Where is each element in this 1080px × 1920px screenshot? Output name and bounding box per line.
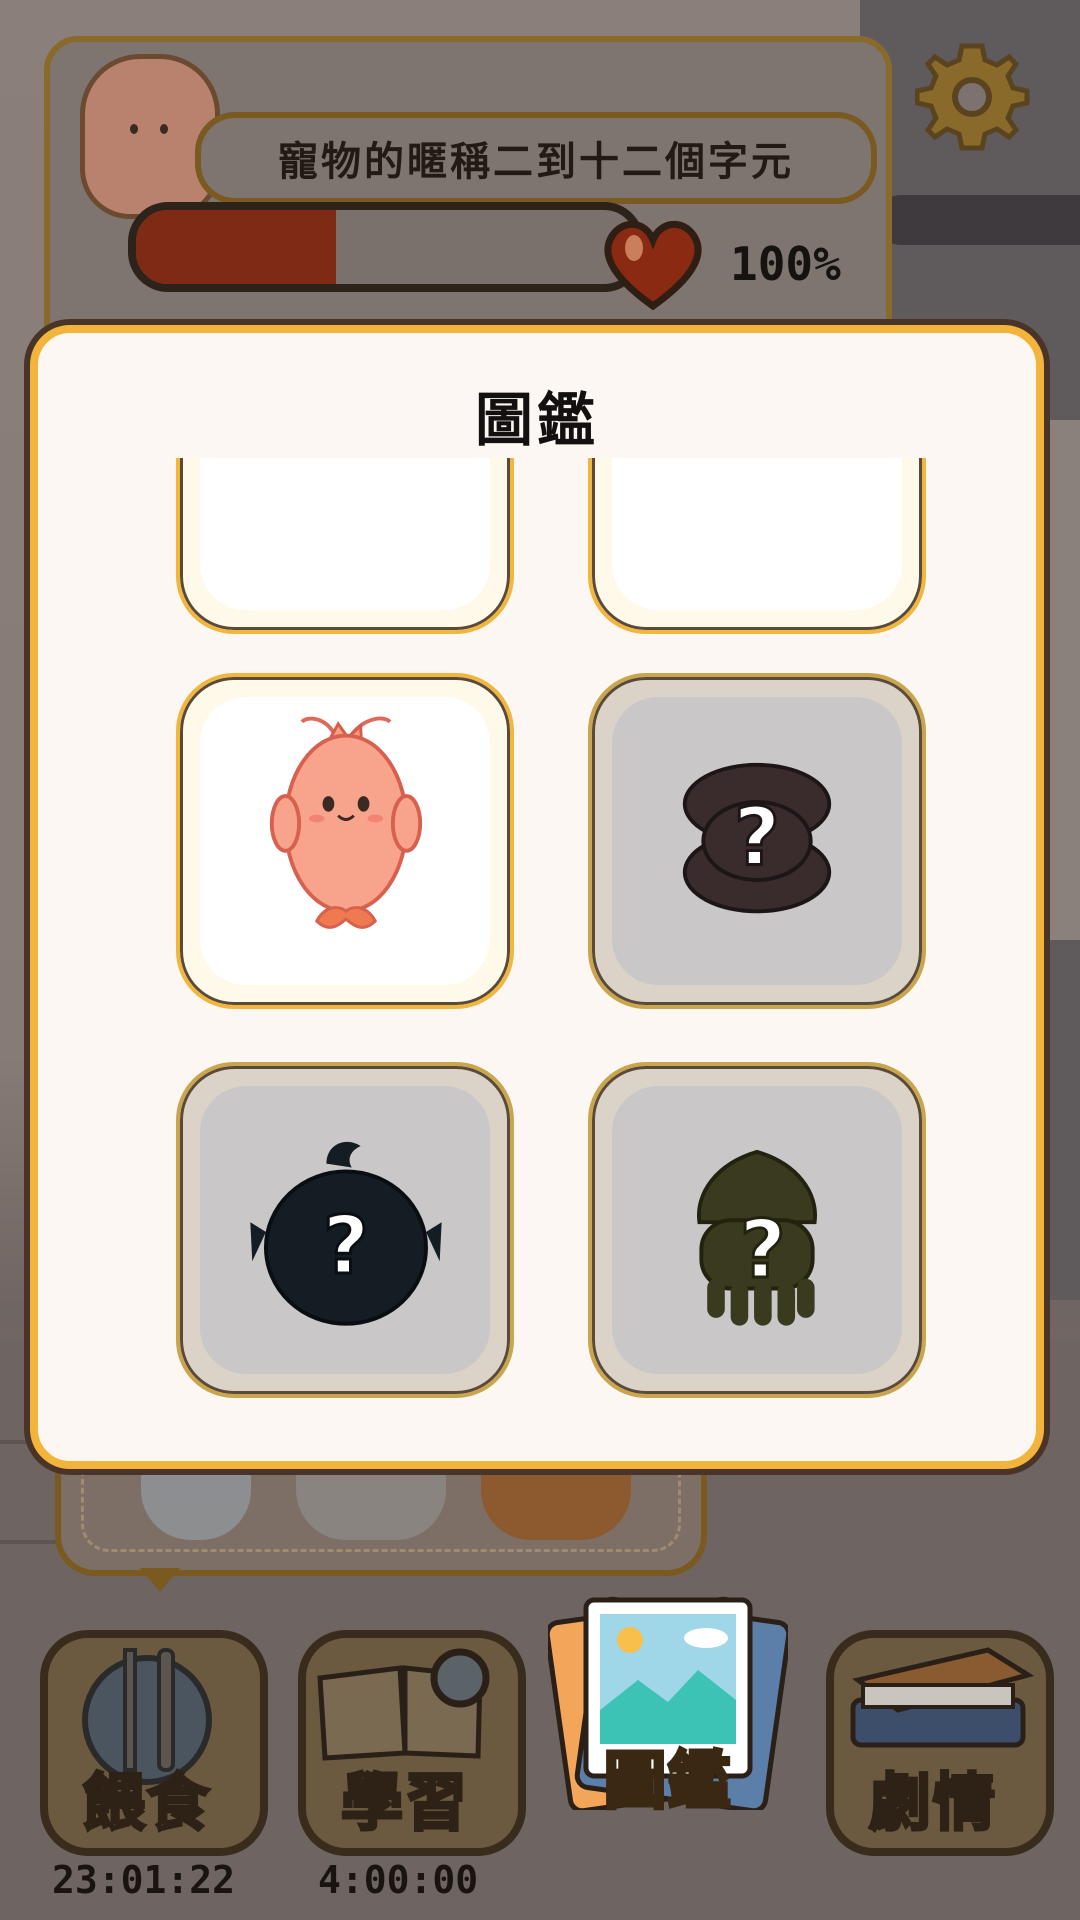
study-timer: 4:00:00 xyxy=(318,1858,479,1902)
collection-modal: 圖鑑 ? ? ? xyxy=(30,325,1044,1469)
card-frame xyxy=(612,458,902,610)
card-frame xyxy=(200,458,490,610)
pet-name: 寵物的暱稱二到十二個字元 xyxy=(278,139,794,185)
shelf-decoration xyxy=(880,195,1080,245)
nav-story-button[interactable]: 劇情 xyxy=(818,1620,1054,1856)
nav-study-label: 學習 xyxy=(339,1765,469,1841)
locked-squid-silhouette-icon: ? xyxy=(697,1149,817,1326)
shrimp-pet-icon xyxy=(269,716,423,929)
nav-story-label: 劇情 xyxy=(867,1765,997,1841)
health-bar xyxy=(128,202,644,292)
heart-icon xyxy=(604,221,702,311)
collection-card-locked-clam[interactable]: ? xyxy=(588,673,926,1009)
book-magnifier-icon xyxy=(317,1648,490,1761)
health-bar-fill xyxy=(136,210,336,284)
books-icon xyxy=(850,1647,1035,1748)
feed-timer: 23:01:22 xyxy=(52,1858,236,1902)
collection-card-shrimp[interactable] xyxy=(176,673,514,1009)
pet-eye xyxy=(160,124,168,134)
gear-icon xyxy=(915,43,1030,151)
tray-pointer xyxy=(140,1568,180,1592)
nav-study-button[interactable]: 學習 xyxy=(290,1620,526,1856)
pet-eye xyxy=(130,124,138,134)
nav-collection-button[interactable]: 圖鑑 xyxy=(548,1590,788,1850)
nav-feed-button[interactable]: 餵食 xyxy=(32,1620,268,1856)
pet-name-field[interactable]: 寵物的暱稱二到十二個字元 xyxy=(195,112,877,204)
nav-feed-label: 餵食 xyxy=(81,1765,211,1841)
collection-card-locked-pufferfish[interactable]: ? xyxy=(176,1062,514,1398)
nav-collection-label: 圖鑑 xyxy=(602,1742,732,1819)
question-mark-icon: ? xyxy=(734,790,780,883)
collection-card[interactable] xyxy=(588,458,926,634)
collection-card[interactable] xyxy=(176,458,514,634)
collection-card-locked-squid[interactable]: ? xyxy=(588,1062,926,1398)
question-mark-icon: ? xyxy=(323,1199,369,1292)
modal-title: 圖鑑 xyxy=(474,386,599,454)
health-percent: 100% xyxy=(730,237,841,291)
locked-clam-silhouette-icon: ? xyxy=(682,762,832,914)
locked-pufferfish-silhouette-icon: ? xyxy=(250,1141,442,1326)
settings-button[interactable] xyxy=(915,40,1030,155)
question-mark-icon: ? xyxy=(740,1203,786,1296)
collection-grid[interactable]: ? ? ? xyxy=(138,458,948,1458)
